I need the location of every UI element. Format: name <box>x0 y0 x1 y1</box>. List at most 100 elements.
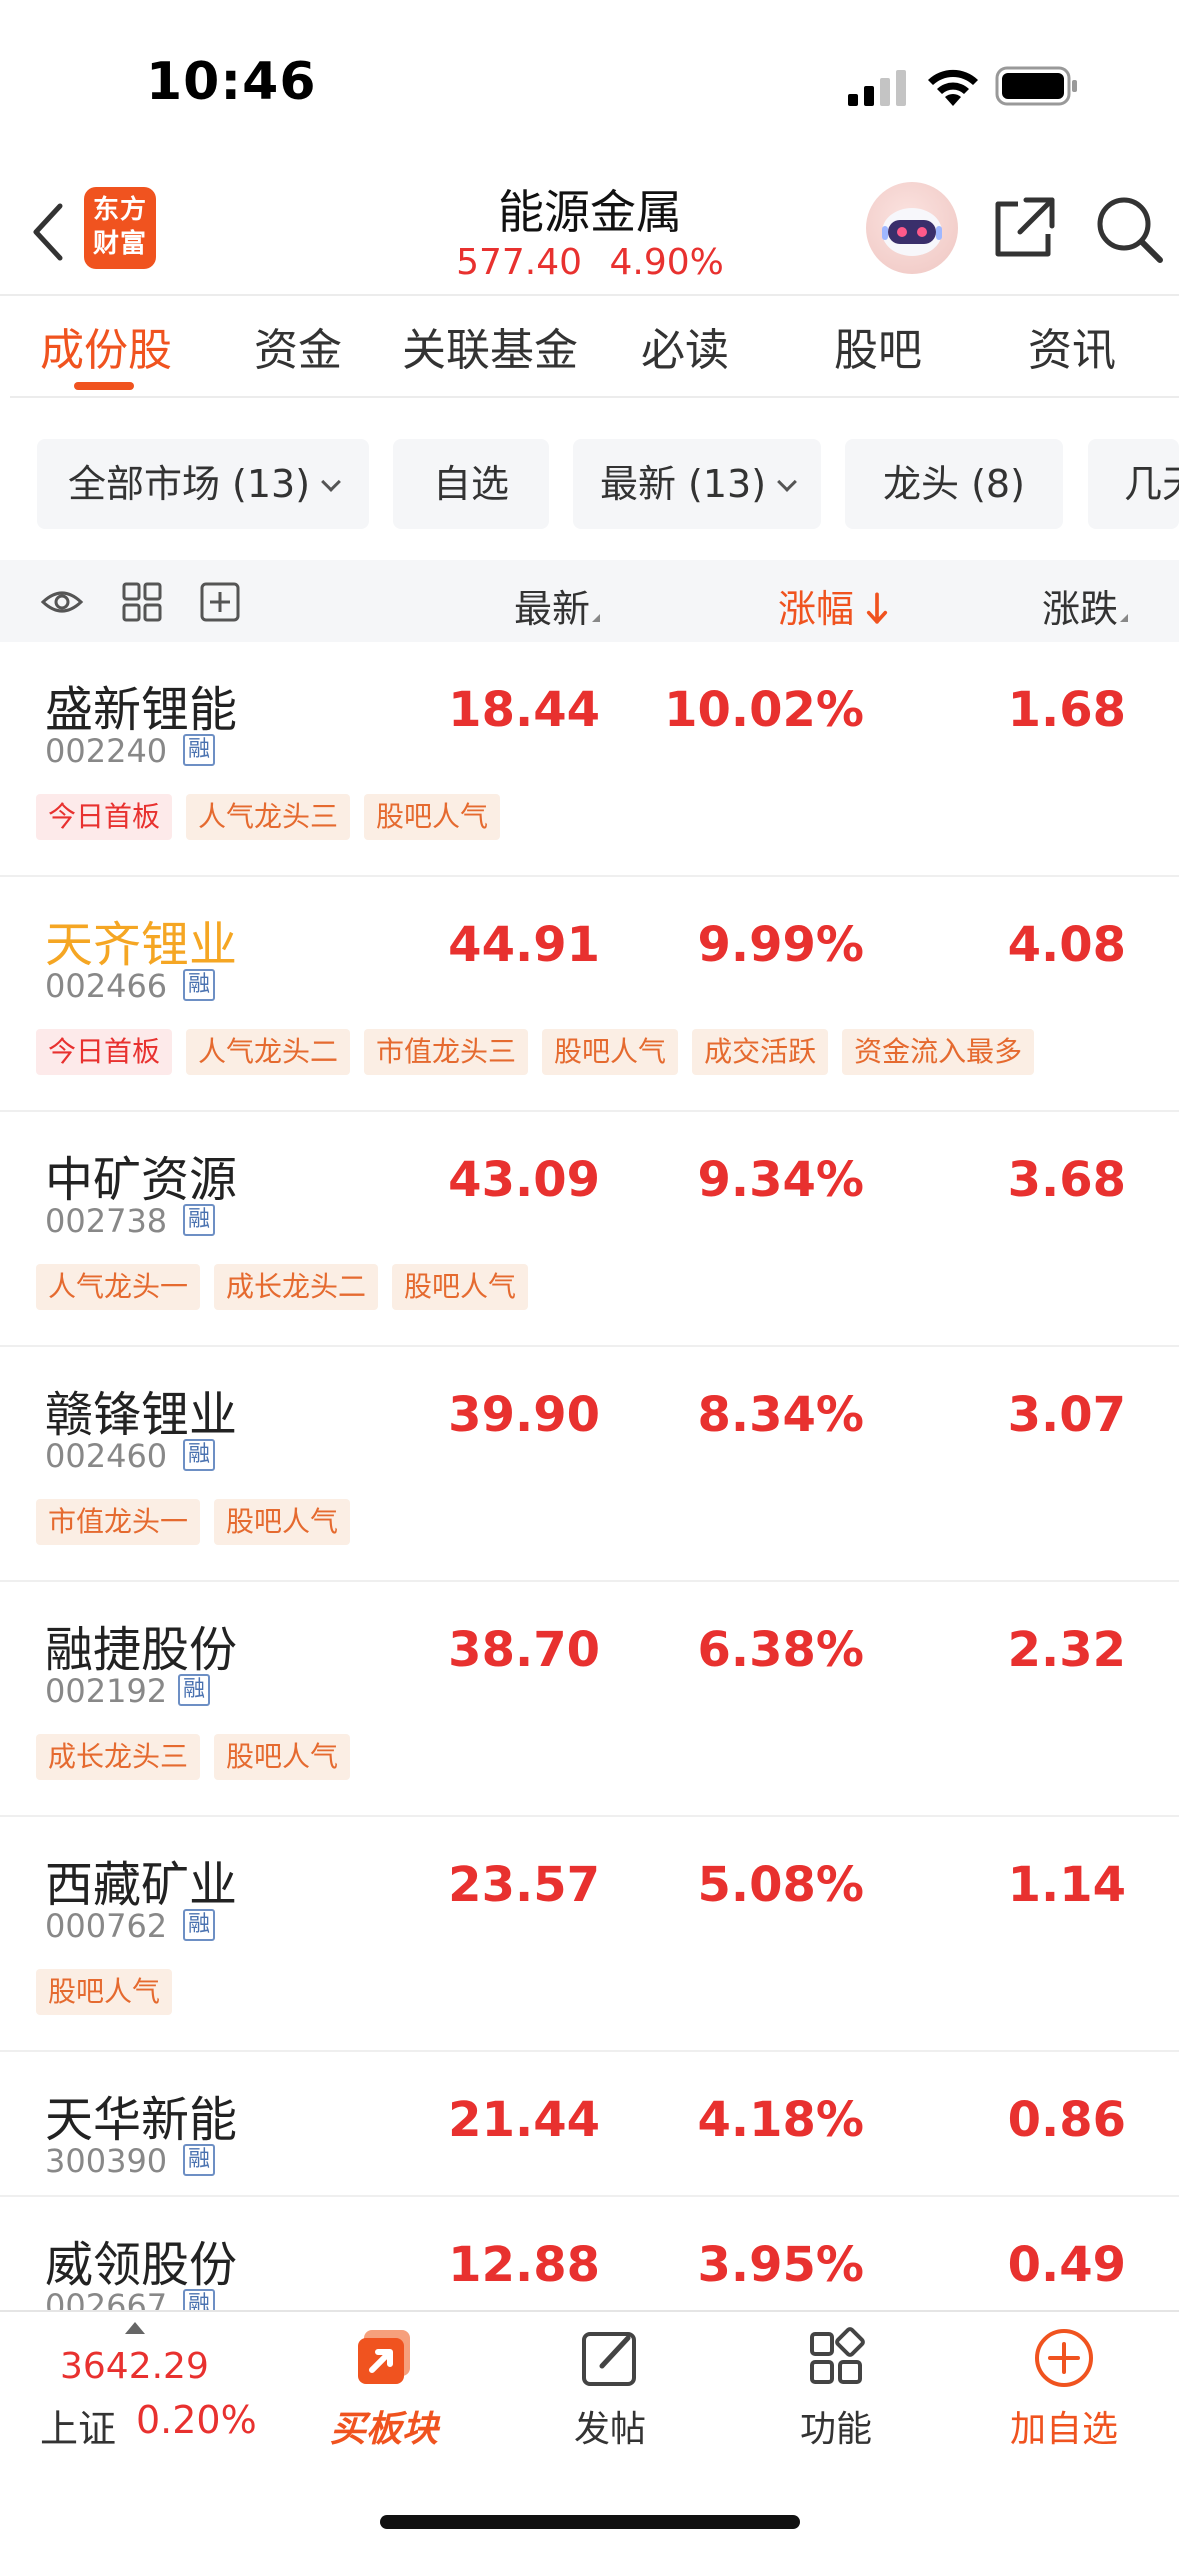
add-to-watchlist-label: 加自选 <box>1009 2409 1118 2450</box>
tab-funds[interactable]: 资金 <box>254 314 342 378</box>
filter-latest[interactable]: 最新 (13) <box>573 439 821 529</box>
stock-tags: 今日首板 人气龙头三 股吧人气 <box>36 794 514 840</box>
stock-code: 002460 <box>45 1437 168 1475</box>
grid-view-icon[interactable] <box>120 580 164 624</box>
tag: 股吧人气 <box>36 1969 173 2015</box>
tab-must-read[interactable]: 必读 <box>641 314 729 378</box>
tag: 人气龙头三 <box>186 794 351 840</box>
margin-badge: 融 <box>183 734 215 766</box>
table-row[interactable]: 西藏矿业 000762 融 23.57 5.08% 1.14 股吧人气 <box>0 1817 1179 2052</box>
battery-icon <box>995 66 1077 106</box>
column-latest-label: 最新 <box>514 587 591 631</box>
stock-tags: 成长龙头三 股吧人气 <box>36 1734 364 1780</box>
index-name[interactable]: 上证 <box>40 2398 116 2453</box>
tag: 市值龙头一 <box>36 1499 201 1545</box>
sort-corner-icon <box>592 614 601 622</box>
stock-price: 38.70 <box>448 1622 600 1678</box>
buy-sector-icon <box>358 2330 410 2384</box>
post-label: 发帖 <box>573 2409 646 2450</box>
sector-quote: 577.40 4.90% <box>400 242 780 283</box>
sort-down-arrow-icon <box>867 592 888 624</box>
tag: 股吧人气 <box>392 1264 529 1310</box>
tag: 今日首板 <box>36 794 173 840</box>
stock-name: 赣锋锂业 <box>45 1387 238 1443</box>
table-row[interactable]: 天齐锂业 002466 融 44.91 9.99% 4.08 今日首板 人气龙头二… <box>0 877 1179 1112</box>
stock-price: 43.09 <box>448 1152 600 1208</box>
tag: 资金流入最多 <box>842 1029 1035 1075</box>
stock-name: 天华新能 <box>45 2092 238 2148</box>
stock-code: 002738 <box>45 1202 168 1240</box>
active-tab-indicator <box>74 382 134 390</box>
table-row[interactable]: 融捷股份 002192 融 38.70 6.38% 2.32 成长龙头三 股吧人气 <box>0 1582 1179 1817</box>
add-to-watchlist-button[interactable]: 加自选 <box>984 2326 1144 2452</box>
tag: 人气龙头二 <box>186 1029 351 1075</box>
add-box-icon[interactable] <box>198 580 242 624</box>
stock-price: 44.91 <box>448 917 600 973</box>
filter-days-label: 几天 <box>1124 462 1179 506</box>
margin-badge: 融 <box>178 1674 210 1706</box>
assistant-avatar[interactable] <box>866 182 958 274</box>
index-change-pct[interactable]: 0.20% <box>136 2398 257 2442</box>
filter-days[interactable]: 几天 <box>1088 439 1179 529</box>
column-latest[interactable]: 最新 <box>514 578 601 633</box>
share-icon[interactable] <box>992 194 1058 260</box>
stock-price: 18.44 <box>448 682 600 738</box>
stock-code: 002466 <box>45 967 168 1005</box>
app-logo[interactable]: 东方 财富 <box>84 187 156 269</box>
filter-all-markets-label: 全部市场 (13) <box>67 462 311 506</box>
status-time: 10:46 <box>146 52 317 112</box>
table-row[interactable]: 天华新能 300390 融 21.44 4.18% 0.86 <box>0 2052 1179 2197</box>
home-indicator[interactable] <box>380 2515 800 2529</box>
wifi-icon <box>928 69 978 106</box>
tag: 成交活跃 <box>692 1029 829 1075</box>
column-change[interactable]: 涨跌 <box>1042 578 1129 633</box>
stock-price: 39.90 <box>448 1387 600 1443</box>
add-circle-icon <box>1035 2329 1093 2387</box>
search-icon[interactable] <box>1094 194 1164 264</box>
table-row[interactable]: 中矿资源 002738 融 43.09 9.34% 3.68 人气龙头一 成长龙头… <box>0 1112 1179 1347</box>
stock-change: 0.49 <box>1007 2237 1126 2293</box>
column-change-pct[interactable]: 涨幅 <box>778 578 888 633</box>
tag: 市值龙头三 <box>364 1029 529 1075</box>
functions-label: 功能 <box>799 2409 872 2450</box>
robot-icon <box>882 208 942 256</box>
margin-badge: 融 <box>183 1439 215 1471</box>
column-header: 最新 涨幅 涨跌 <box>0 560 1179 642</box>
tab-related-funds[interactable]: 关联基金 <box>402 314 578 378</box>
chevron-down-icon <box>777 472 797 492</box>
stock-code: 300390 <box>45 2142 168 2180</box>
stock-code: 002240 <box>45 732 168 770</box>
tab-bar: 成份股 资金 关联基金 必读 股吧 资讯 <box>0 296 1179 396</box>
stock-tags: 人气龙头一 成长龙头二 股吧人气 <box>36 1264 542 1310</box>
tab-forum[interactable]: 股吧 <box>834 314 922 378</box>
stock-change-pct: 6.38% <box>697 1622 864 1678</box>
expand-up-icon[interactable] <box>125 2322 145 2334</box>
stock-name: 威领股份 <box>45 2237 238 2293</box>
tab-news[interactable]: 资讯 <box>1028 314 1116 378</box>
filter-all-markets[interactable]: 全部市场 (13) <box>37 439 369 529</box>
stock-name: 盛新锂能 <box>45 682 238 738</box>
table-row[interactable]: 赣锋锂业 002460 融 39.90 8.34% 3.07 市值龙头一 股吧人气 <box>0 1347 1179 1582</box>
functions-button[interactable]: 功能 <box>756 2326 916 2452</box>
back-icon[interactable] <box>28 200 68 264</box>
filter-leaders[interactable]: 龙头 (8) <box>845 439 1063 529</box>
stock-name: 西藏矿业 <box>45 1857 238 1913</box>
stock-change-pct: 10.02% <box>664 682 864 738</box>
index-value[interactable]: 3642.29 <box>60 2346 209 2387</box>
filter-watchlist[interactable]: 自选 <box>393 439 549 529</box>
post-button[interactable]: 发帖 <box>530 2326 690 2452</box>
tag: 今日首板 <box>36 1029 173 1075</box>
tab-constituents[interactable]: 成份股 <box>40 314 172 378</box>
stock-change-pct: 9.34% <box>697 1152 864 1208</box>
stock-change: 1.14 <box>1007 1857 1126 1913</box>
stock-change-pct: 9.99% <box>697 917 864 973</box>
tag: 股吧人气 <box>214 1499 351 1545</box>
tag: 股吧人气 <box>214 1734 351 1780</box>
eye-icon[interactable] <box>40 580 84 624</box>
stock-change: 1.68 <box>1007 682 1126 738</box>
table-row[interactable]: 盛新锂能 002240 融 18.44 10.02% 1.68 今日首板 人气龙头… <box>0 642 1179 877</box>
apps-icon <box>810 2327 865 2384</box>
buy-sector-button[interactable]: 买板块 <box>304 2326 464 2452</box>
status-bar: 10:46 <box>0 0 1179 170</box>
tag: 股吧人气 <box>364 794 501 840</box>
